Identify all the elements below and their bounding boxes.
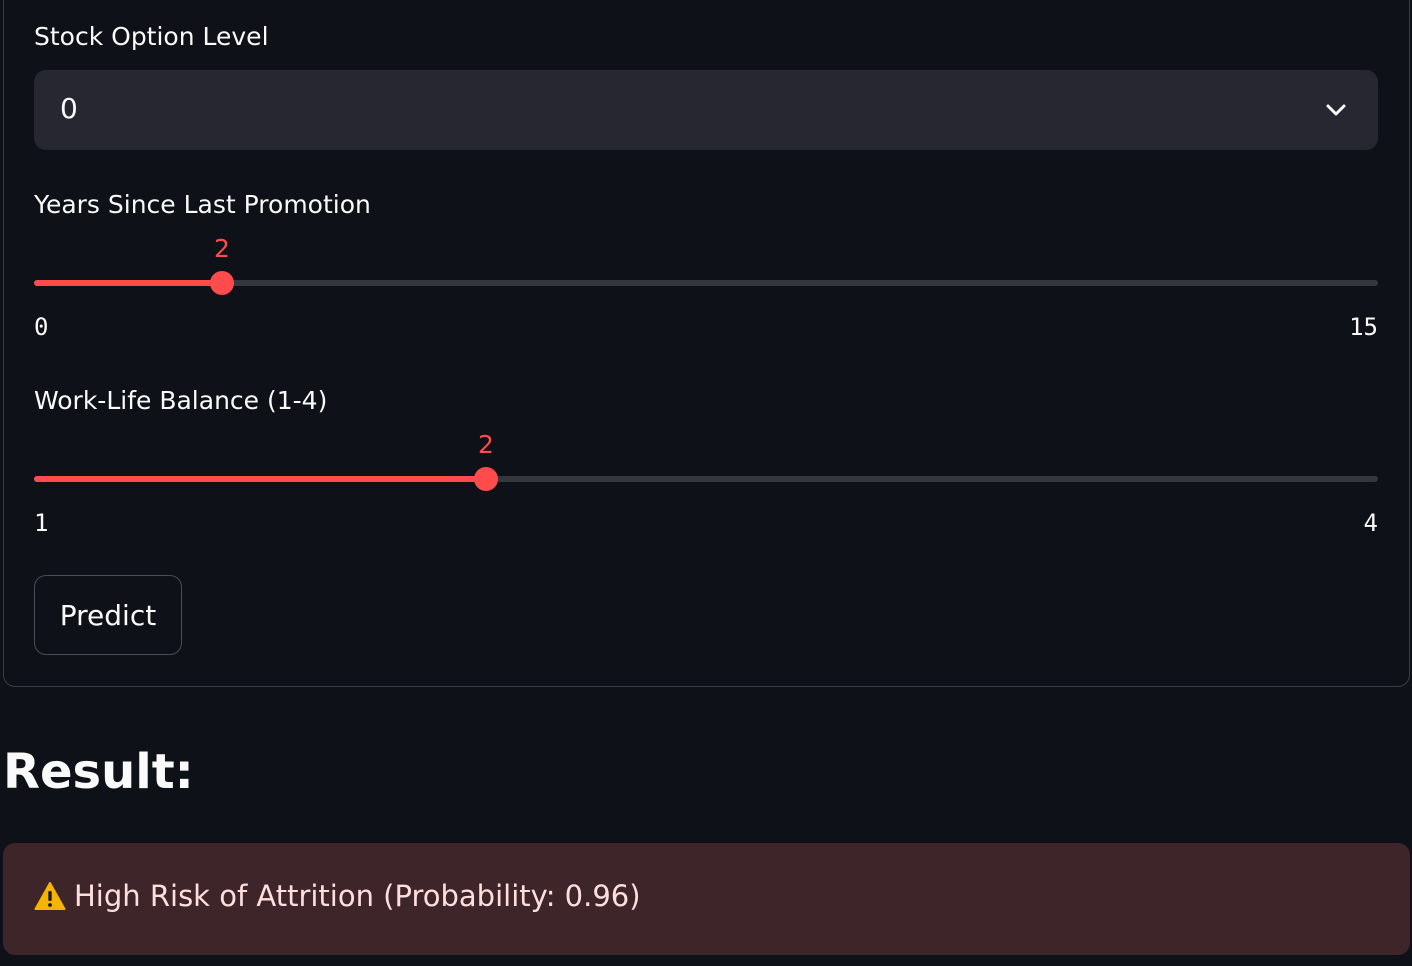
slider-min-label: 1 [34, 509, 49, 537]
chevron-down-icon [1326, 104, 1346, 116]
promotion-slider[interactable]: 2 0 15 [34, 234, 1378, 349]
slider-track[interactable] [34, 476, 1378, 482]
alert-text: High Risk of Attrition (Probability: 0.9… [74, 879, 641, 913]
slider-value: 2 [478, 430, 494, 459]
predict-button[interactable]: Predict [34, 575, 182, 655]
stock-option-selected-value: 0 [60, 92, 78, 125]
slider-thumb[interactable] [474, 467, 498, 491]
slider-fill [34, 280, 222, 286]
slider-max-label: 15 [1349, 313, 1378, 341]
promotion-slider-label: Years Since Last Promotion [34, 190, 371, 219]
worklife-slider-label: Work-Life Balance (1-4) [34, 386, 328, 415]
stock-option-label: Stock Option Level [34, 22, 269, 51]
slider-min-label: 0 [34, 313, 49, 341]
attrition-alert: High Risk of Attrition (Probability: 0.9… [3, 843, 1410, 955]
result-heading: Result: [3, 744, 194, 800]
slider-max-label: 4 [1363, 509, 1378, 537]
slider-thumb[interactable] [210, 271, 234, 295]
stock-option-select[interactable]: 0 [34, 70, 1378, 150]
slider-value: 2 [214, 234, 230, 263]
worklife-slider[interactable]: 2 1 4 [34, 430, 1378, 545]
slider-track[interactable] [34, 280, 1378, 286]
slider-fill [34, 476, 486, 482]
alert-content: High Risk of Attrition (Probability: 0.9… [34, 879, 641, 913]
warning-icon [34, 882, 66, 910]
